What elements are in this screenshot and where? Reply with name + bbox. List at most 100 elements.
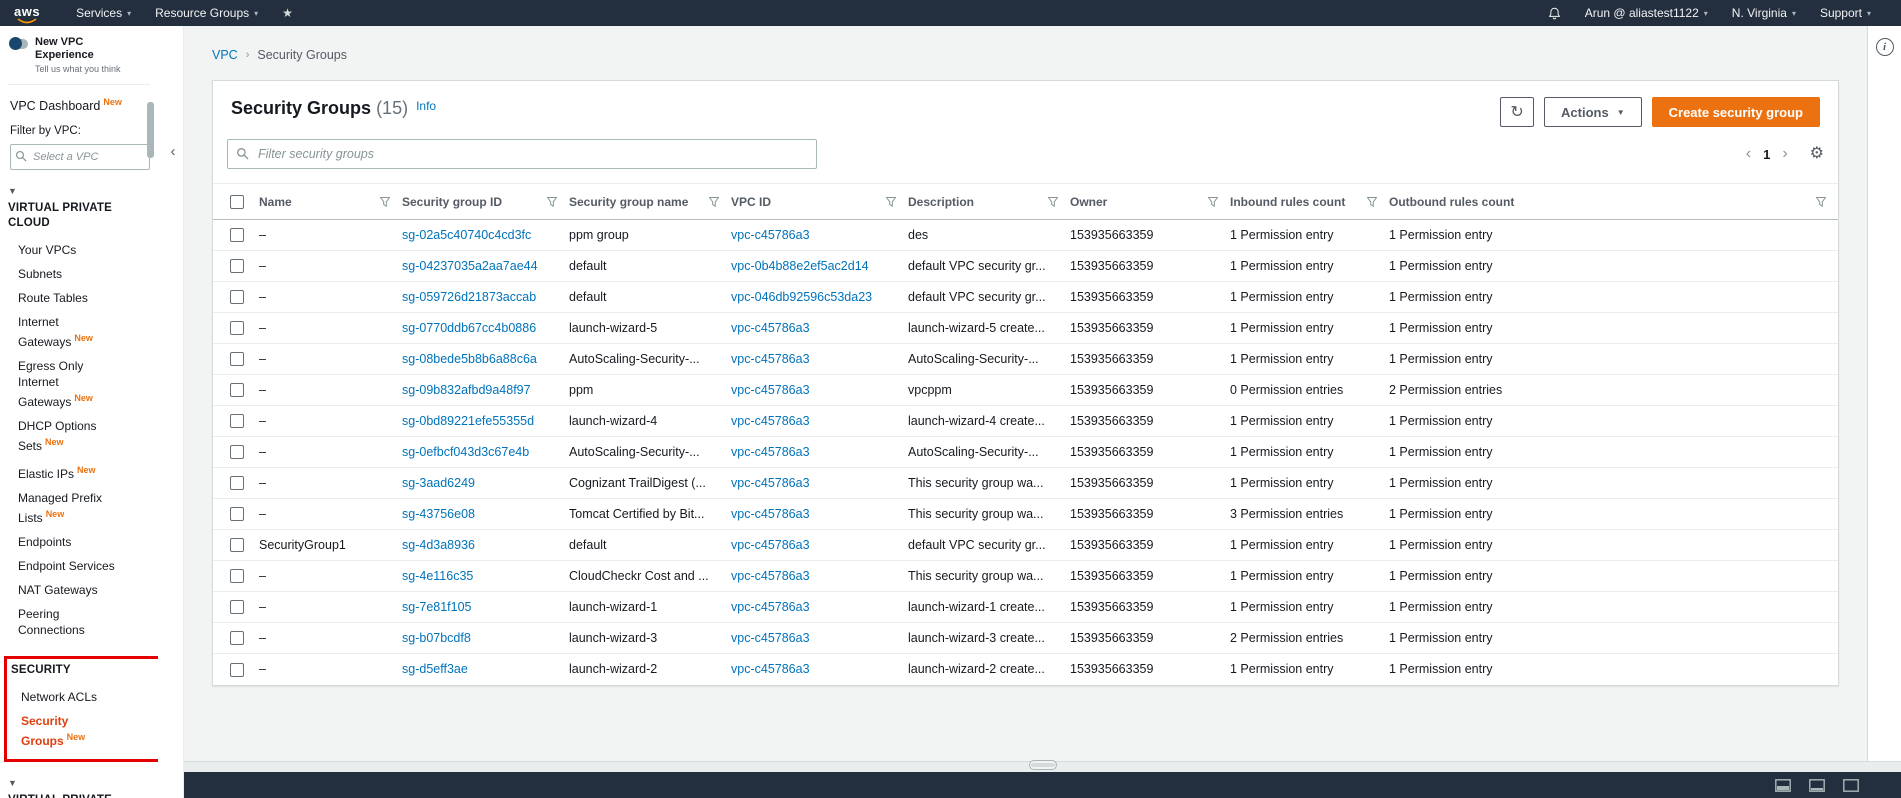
security-group-id-link[interactable]: sg-0770ddb67cc4b0886 — [402, 321, 536, 335]
vpc-filter-input[interactable] — [10, 144, 150, 171]
sidebar-item-route-tables[interactable]: Route Tables — [8, 286, 126, 310]
row-checkbox[interactable] — [230, 228, 244, 243]
column-filter-icon[interactable] — [380, 196, 390, 207]
vpc-id-link[interactable]: vpc-c45786a3 — [731, 445, 810, 459]
column-header-security-group-name[interactable]: Security group name — [569, 183, 731, 220]
column-header-name[interactable]: Name — [259, 183, 402, 220]
security-group-id-link[interactable]: sg-0bd89221efe55355d — [402, 414, 534, 428]
vpc-id-link[interactable]: vpc-c45786a3 — [731, 476, 810, 490]
column-filter-icon[interactable] — [1208, 196, 1218, 207]
nav-services-menu[interactable]: Services ▾ — [64, 0, 143, 26]
row-checkbox[interactable] — [230, 507, 244, 522]
nav-resource-groups-menu[interactable]: Resource Groups ▾ — [143, 0, 270, 26]
sidebar-item-internet-gateways[interactable]: Internet Gateways New — [8, 310, 126, 354]
sidebar-item-managed-prefix-lists[interactable]: Managed Prefix Lists New — [8, 486, 126, 530]
sidebar-item-security-groups[interactable]: Security Groups New — [11, 709, 129, 753]
vpc-id-link[interactable]: vpc-c45786a3 — [731, 600, 810, 614]
security-group-id-link[interactable]: sg-02a5c40740c4cd3fc — [402, 228, 531, 242]
column-filter-icon[interactable] — [709, 196, 719, 207]
previous-page-button[interactable]: ‹ — [1746, 146, 1751, 162]
sidebar-scrollbar[interactable] — [147, 102, 154, 158]
security-group-id-link[interactable]: sg-43756e08 — [402, 507, 475, 521]
column-header-owner[interactable]: Owner — [1070, 183, 1230, 220]
row-checkbox[interactable] — [230, 631, 244, 646]
section-collapse-icon[interactable]: ▼ — [8, 778, 158, 788]
column-header-outbound-rules-count[interactable]: Outbound rules count — [1389, 183, 1838, 220]
column-filter-icon[interactable] — [547, 196, 557, 207]
security-group-id-link[interactable]: sg-b07bcdf8 — [402, 631, 471, 645]
row-checkbox[interactable] — [230, 352, 244, 367]
info-panel-toggle[interactable]: i — [1875, 38, 1894, 56]
vpc-id-link[interactable]: vpc-c45786a3 — [731, 352, 810, 366]
pane-drag-handle[interactable] — [1028, 760, 1057, 770]
security-group-id-link[interactable]: sg-04237035a2aa7ae44 — [402, 259, 538, 273]
row-checkbox[interactable] — [230, 290, 244, 305]
nav-support-menu[interactable]: Support ▾ — [1808, 0, 1883, 26]
vpc-id-link[interactable]: vpc-c45786a3 — [731, 321, 810, 335]
table-settings-button[interactable]: ⚙ — [1810, 146, 1824, 162]
sidebar-item-subnets[interactable]: Subnets — [8, 262, 126, 286]
column-filter-icon[interactable] — [886, 196, 896, 207]
row-checkbox[interactable] — [230, 321, 244, 336]
sidebar-collapse-button[interactable]: ‹ — [165, 138, 181, 164]
security-group-id-link[interactable]: sg-059726d21873accab — [402, 290, 536, 304]
vpc-id-link[interactable]: vpc-c45786a3 — [731, 383, 810, 397]
vpc-id-link[interactable]: vpc-c45786a3 — [731, 631, 810, 645]
sidebar-item-your-vpcs[interactable]: Your VPCs — [8, 238, 126, 262]
sidebar-item-nat-gateways[interactable]: NAT Gateways — [8, 578, 126, 602]
row-checkbox[interactable] — [230, 414, 244, 429]
vpc-id-link[interactable]: vpc-c45786a3 — [731, 507, 810, 521]
select-all-checkbox[interactable] — [230, 194, 244, 209]
column-filter-icon[interactable] — [1367, 196, 1377, 207]
nav-region-menu[interactable]: N. Virginia ▾ — [1720, 0, 1808, 26]
vpc-id-link[interactable]: vpc-c45786a3 — [731, 228, 810, 242]
column-header-description[interactable]: Description — [908, 183, 1070, 220]
vpc-id-link[interactable]: vpc-046db92596c53da23 — [731, 290, 872, 304]
column-header-security-group-id[interactable]: Security group ID — [402, 183, 569, 220]
sidebar-item-vpc-dashboard[interactable]: VPC Dashboard New — [8, 91, 158, 123]
security-group-id-link[interactable]: sg-4d3a8936 — [402, 538, 475, 552]
sidebar-item-egress-only-internet-gateways[interactable]: Egress Only Internet Gateways New — [8, 354, 126, 414]
section-collapse-icon[interactable]: ▼ — [8, 186, 158, 196]
new-experience-toggle[interactable] — [9, 37, 28, 50]
nav-account-menu[interactable]: Arun @ aliastest1122 ▾ — [1573, 0, 1720, 26]
sidebar-item-network-acls[interactable]: Network ACLs — [11, 685, 129, 709]
breadcrumb-vpc-link[interactable]: VPC — [212, 48, 238, 62]
pane-layout-full-button[interactable] — [1843, 778, 1859, 792]
row-checkbox[interactable] — [230, 383, 244, 398]
vpc-id-link[interactable]: vpc-c45786a3 — [731, 538, 810, 552]
pane-layout-bottom-button[interactable] — [1775, 778, 1791, 792]
pin-shortcut-button[interactable]: ★ — [270, 0, 305, 26]
sidebar-item-endpoint-services[interactable]: Endpoint Services — [8, 554, 126, 578]
actions-button[interactable]: Actions ▼ — [1544, 97, 1642, 127]
row-checkbox[interactable] — [230, 600, 244, 615]
row-checkbox[interactable] — [230, 569, 244, 584]
column-header-inbound-rules-count[interactable]: Inbound rules count — [1230, 183, 1389, 220]
security-group-id-link[interactable]: sg-d5eff3ae — [402, 662, 468, 676]
security-group-id-link[interactable]: sg-09b832afbd9a48f97 — [402, 383, 531, 397]
row-checkbox[interactable] — [230, 662, 244, 677]
sidebar-item-peering-connections[interactable]: Peering Connections — [8, 602, 126, 642]
column-filter-icon[interactable] — [1048, 196, 1058, 207]
security-group-id-link[interactable]: sg-4e116c35 — [402, 569, 473, 583]
security-group-id-link[interactable]: sg-3aad6249 — [402, 476, 475, 490]
vpc-id-link[interactable]: vpc-c45786a3 — [731, 414, 810, 428]
column-header-vpc-id[interactable]: VPC ID — [731, 183, 908, 220]
security-group-id-link[interactable]: sg-0efbcf043d3c67e4b — [402, 445, 529, 459]
row-checkbox[interactable] — [230, 445, 244, 460]
column-filter-icon[interactable] — [1816, 196, 1826, 207]
security-group-id-link[interactable]: sg-08bede5b8b6a88c6a — [402, 352, 537, 366]
security-group-id-link[interactable]: sg-7e81f105 — [402, 600, 472, 614]
filter-security-groups-input[interactable] — [227, 139, 817, 169]
vpc-id-link[interactable]: vpc-c45786a3 — [731, 569, 810, 583]
vpc-id-link[interactable]: vpc-c45786a3 — [731, 662, 810, 676]
info-link[interactable]: Info — [416, 99, 436, 113]
sidebar-item-endpoints[interactable]: Endpoints — [8, 530, 126, 554]
aws-logo[interactable]: aws — [14, 2, 40, 25]
row-checkbox[interactable] — [230, 538, 244, 553]
row-checkbox[interactable] — [230, 259, 244, 274]
sidebar-item-dhcp-options-sets[interactable]: DHCP Options Sets New — [8, 414, 126, 458]
row-checkbox[interactable] — [230, 476, 244, 491]
pane-layout-split-button[interactable] — [1809, 778, 1825, 792]
vpc-id-link[interactable]: vpc-0b4b88e2ef5ac2d14 — [731, 259, 869, 273]
